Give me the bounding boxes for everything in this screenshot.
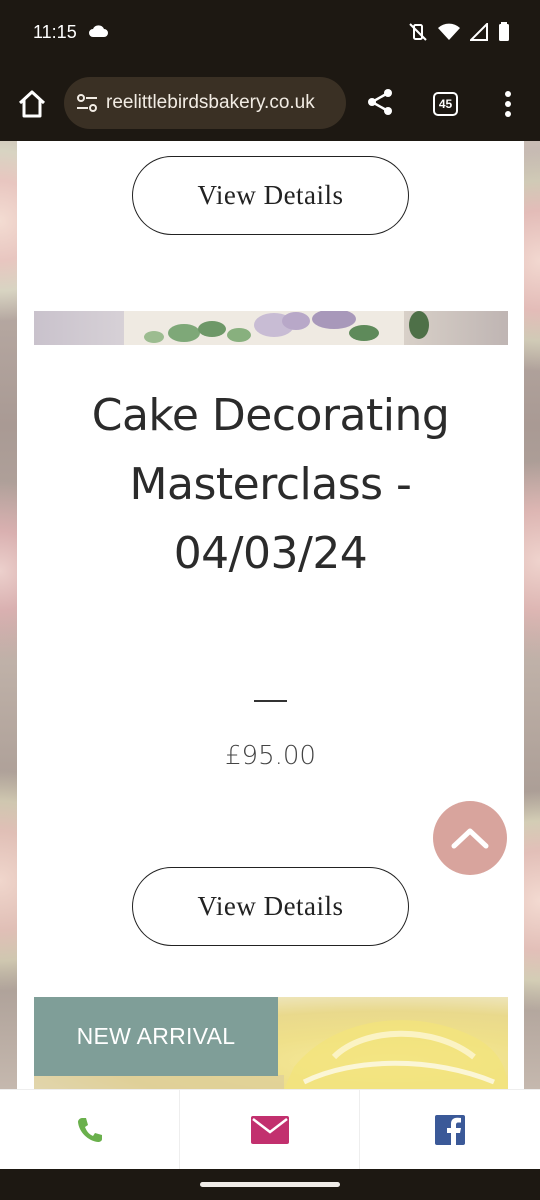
wifi-icon xyxy=(438,23,460,40)
site-settings-icon[interactable] xyxy=(76,93,98,113)
floral-cake-image xyxy=(124,311,429,345)
signal-icon xyxy=(470,23,488,41)
facebook-button[interactable] xyxy=(360,1090,540,1170)
tab-count: 45 xyxy=(438,97,453,111)
status-bar: 11:15 xyxy=(0,0,540,66)
status-time: 11:15 xyxy=(33,22,77,42)
status-icons xyxy=(408,22,510,42)
product-image[interactable] xyxy=(34,311,508,345)
address-bar[interactable]: reelittlebirdsbakery.co.uk xyxy=(64,77,346,129)
cloud-icon xyxy=(89,25,108,37)
chevron-up-icon xyxy=(451,828,489,849)
product-title[interactable]: Cake Decorating Masterclass - 04/03/24 xyxy=(77,381,464,588)
more-menu-icon[interactable] xyxy=(500,90,516,118)
home-icon[interactable] xyxy=(16,88,48,120)
call-button[interactable] xyxy=(0,1090,180,1170)
browser-toolbar: reelittlebirdsbakery.co.uk 45 xyxy=(0,66,540,141)
facebook-icon xyxy=(435,1115,465,1145)
gesture-handle[interactable] xyxy=(200,1182,340,1187)
product-price: £95.00 xyxy=(225,741,316,771)
new-arrival-label: NEW ARRIVAL xyxy=(76,1023,236,1049)
email-button[interactable] xyxy=(180,1090,360,1170)
page-viewport[interactable]: View Details Cake Decorating Masterclass… xyxy=(0,141,540,1089)
vibrate-off-icon xyxy=(409,23,427,41)
contact-bar xyxy=(0,1089,540,1170)
title-divider xyxy=(254,700,287,702)
tab-switcher-button[interactable]: 45 xyxy=(433,92,458,116)
mail-icon xyxy=(250,1116,289,1144)
system-navigation-bar xyxy=(0,1169,540,1200)
url-text: reelittlebirdsbakery.co.uk xyxy=(106,92,315,113)
view-details-label: View Details xyxy=(197,891,344,921)
view-details-button[interactable]: View Details xyxy=(132,867,409,946)
phone-icon xyxy=(77,1118,102,1142)
product-card: View Details Cake Decorating Masterclass… xyxy=(17,141,524,1089)
share-icon[interactable] xyxy=(366,88,394,116)
view-details-button[interactable]: View Details xyxy=(132,156,409,235)
battery-icon xyxy=(499,22,509,41)
new-arrival-badge: NEW ARRIVAL xyxy=(34,997,278,1076)
view-details-label: View Details xyxy=(197,180,344,210)
scroll-to-top-button[interactable] xyxy=(433,801,507,875)
